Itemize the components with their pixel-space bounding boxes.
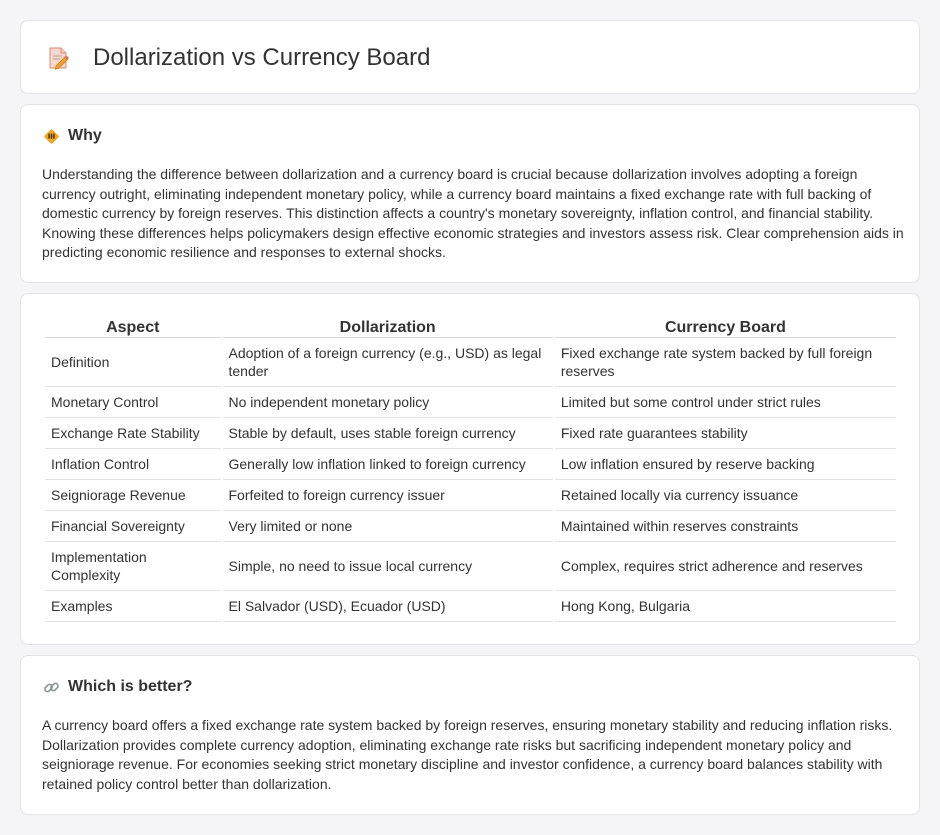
why-title: Why: [68, 127, 102, 144]
cell-currency-board: Fixed rate guarantees stability: [554, 418, 896, 449]
better-text: A currency board offers a fixed exchange…: [42, 717, 893, 792]
cell-aspect: Exchange Rate Stability: [45, 418, 221, 449]
cell-dollarization: No independent monetary policy: [222, 387, 553, 418]
cell-aspect: Definition: [45, 338, 221, 387]
cell-dollarization: El Salvador (USD), Ecuador (USD): [222, 591, 553, 622]
cell-currency-board: Retained locally via currency issuance: [554, 480, 896, 511]
cell-currency-board: Maintained within reserves constraints: [554, 511, 896, 542]
cell-currency-board: Fixed exchange rate system backed by ful…: [554, 338, 896, 387]
cell-aspect: Implementation Complexity: [45, 542, 221, 591]
warning-diamond-icon: [43, 128, 60, 145]
cell-currency-board: Limited but some control under strict ru…: [554, 387, 896, 418]
cell-dollarization: Stable by default, uses stable foreign c…: [222, 418, 553, 449]
comparison-card: Aspect Dollarization Currency Board Defi…: [20, 293, 920, 645]
column-header-currency-board: Currency Board: [554, 318, 896, 338]
table-row: Seigniorage Revenue Forfeited to foreign…: [45, 480, 896, 511]
why-card: Why Understanding the difference between…: [20, 104, 920, 283]
which-is-better-card: Which is better? A currency board offers…: [20, 655, 920, 815]
better-title: Which is better?: [68, 678, 193, 695]
table-row: Implementation Complexity Simple, no nee…: [45, 542, 896, 591]
page-title: Dollarization vs Currency Board: [93, 44, 431, 71]
cell-dollarization: Very limited or none: [222, 511, 553, 542]
comparison-table: Aspect Dollarization Currency Board Defi…: [43, 318, 898, 622]
cell-aspect: Seigniorage Revenue: [45, 480, 221, 511]
table-row: Examples El Salvador (USD), Ecuador (USD…: [45, 591, 896, 622]
cell-aspect: Monetary Control: [45, 387, 221, 418]
header-row: Dollarization vs Currency Board: [45, 21, 430, 95]
why-text: Understanding the difference between dol…: [42, 166, 904, 261]
link-icon: [43, 679, 60, 696]
cell-currency-board: Hong Kong, Bulgaria: [554, 591, 896, 622]
cell-aspect: Financial Sovereignty: [45, 511, 221, 542]
cell-currency-board: Complex, requires strict adherence and r…: [554, 542, 896, 591]
table-row: Inflation Control Generally low inflatio…: [45, 449, 896, 480]
cell-dollarization: Generally low inflation linked to foreig…: [222, 449, 553, 480]
table-row: Monetary Control No independent monetary…: [45, 387, 896, 418]
better-heading: Which is better?: [43, 678, 192, 696]
column-header-aspect: Aspect: [45, 318, 221, 338]
document-pencil-icon: [45, 45, 71, 71]
why-heading: Why: [43, 127, 102, 145]
table-row: Exchange Rate Stability Stable by defaul…: [45, 418, 896, 449]
cell-dollarization: Forfeited to foreign currency issuer: [222, 480, 553, 511]
cell-aspect: Examples: [45, 591, 221, 622]
table-header-row: Aspect Dollarization Currency Board: [45, 318, 896, 338]
header-card: Dollarization vs Currency Board: [20, 20, 920, 94]
cell-aspect: Inflation Control: [45, 449, 221, 480]
column-header-dollarization: Dollarization: [222, 318, 553, 338]
cell-currency-board: Low inflation ensured by reserve backing: [554, 449, 896, 480]
cell-dollarization: Adoption of a foreign currency (e.g., US…: [222, 338, 553, 387]
table-row: Financial Sovereignty Very limited or no…: [45, 511, 896, 542]
table-row: Definition Adoption of a foreign currenc…: [45, 338, 896, 387]
cell-dollarization: Simple, no need to issue local currency: [222, 542, 553, 591]
